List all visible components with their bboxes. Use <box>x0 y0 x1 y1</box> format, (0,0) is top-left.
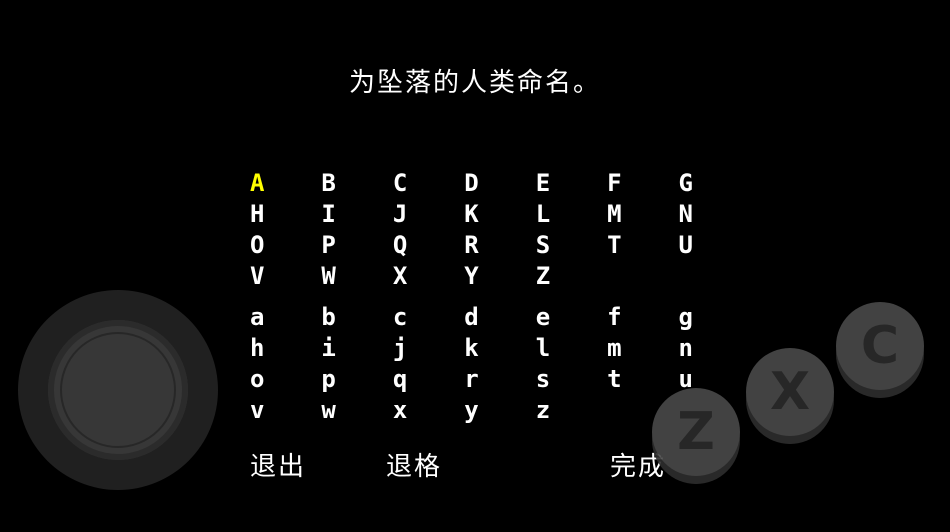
c-label: C <box>860 316 900 376</box>
letter-key[interactable]: t <box>589 364 660 395</box>
letter-key[interactable]: I <box>303 199 374 230</box>
letter-key[interactable]: y <box>446 395 517 426</box>
letter-key[interactable]: T <box>589 230 660 261</box>
letter-grid: A B C D E F G H I J K L M N O P Q R S T … <box>232 168 732 426</box>
joystick-knob[interactable] <box>48 320 188 460</box>
letter-key[interactable]: c <box>375 302 446 333</box>
letter-row: A B C D E F G <box>232 168 732 199</box>
letter-key[interactable]: n <box>661 333 732 364</box>
z-label: Z <box>677 402 715 462</box>
letter-key[interactable]: D <box>446 168 517 199</box>
letter-key[interactable]: B <box>303 168 374 199</box>
letter-key[interactable]: R <box>446 230 517 261</box>
letter-key[interactable]: L <box>518 199 589 230</box>
letter-key[interactable]: Y <box>446 261 517 292</box>
letter-key[interactable]: C <box>375 168 446 199</box>
letter-key[interactable]: l <box>518 333 589 364</box>
letter-key[interactable]: h <box>232 333 303 364</box>
letter-key[interactable]: i <box>303 333 374 364</box>
letter-key[interactable]: m <box>589 333 660 364</box>
letter-key[interactable] <box>661 261 732 292</box>
letter-key[interactable]: z <box>518 395 589 426</box>
letter-row: o p q r s t u <box>232 364 732 395</box>
letter-key[interactable]: d <box>446 302 517 333</box>
letter-key[interactable]: j <box>375 333 446 364</box>
letter-key[interactable]: E <box>518 168 589 199</box>
game-screen: 为坠落的人类命名。 A B C D E F G H I J K L M N O … <box>0 0 950 532</box>
x-label: X <box>769 362 811 422</box>
letter-key[interactable]: a <box>232 302 303 333</box>
backspace-button[interactable]: 退格 <box>386 446 442 483</box>
letter-key[interactable]: S <box>518 230 589 261</box>
z-button[interactable]: Z <box>652 388 740 476</box>
letter-row: O P Q R S T U <box>232 230 732 261</box>
letter-key[interactable]: x <box>375 395 446 426</box>
letter-key[interactable] <box>589 395 660 426</box>
letter-key[interactable]: f <box>589 302 660 333</box>
letter-key[interactable]: N <box>661 199 732 230</box>
letter-key[interactable]: M <box>589 199 660 230</box>
letter-key[interactable]: q <box>375 364 446 395</box>
letter-key[interactable]: J <box>375 199 446 230</box>
letter-key[interactable]: k <box>446 333 517 364</box>
letter-key[interactable]: s <box>518 364 589 395</box>
letter-key[interactable]: F <box>589 168 660 199</box>
letter-key[interactable]: X <box>375 261 446 292</box>
letter-row: a b c d e f g <box>232 302 732 333</box>
virtual-joystick[interactable] <box>18 290 218 490</box>
letter-key[interactable]: g <box>661 302 732 333</box>
letter-key[interactable]: W <box>303 261 374 292</box>
letter-key[interactable]: p <box>303 364 374 395</box>
letter-key[interactable]: o <box>232 364 303 395</box>
letter-key[interactable]: A <box>232 168 303 199</box>
letter-key[interactable]: Z <box>518 261 589 292</box>
letter-row: h i j k l m n <box>232 333 732 364</box>
letter-row: H I J K L M N <box>232 199 732 230</box>
page-title: 为坠落的人类命名。 <box>348 68 601 98</box>
letter-key[interactable] <box>589 261 660 292</box>
letter-row: V W X Y Z <box>232 261 732 292</box>
letter-key[interactable]: G <box>661 168 732 199</box>
x-button[interactable]: X <box>746 348 834 436</box>
letter-key[interactable]: V <box>232 261 303 292</box>
letter-key[interactable]: v <box>232 395 303 426</box>
letter-key[interactable]: b <box>303 302 374 333</box>
letter-key[interactable]: w <box>303 395 374 426</box>
c-button[interactable]: C <box>836 302 924 390</box>
letter-key[interactable]: Q <box>375 230 446 261</box>
quit-button[interactable]: 退出 <box>250 446 306 483</box>
letter-key[interactable]: K <box>446 199 517 230</box>
letter-key[interactable]: O <box>232 230 303 261</box>
letter-key[interactable]: H <box>232 199 303 230</box>
joystick-ring-icon <box>60 332 176 448</box>
letter-key[interactable]: U <box>661 230 732 261</box>
letter-key[interactable]: P <box>303 230 374 261</box>
letter-key[interactable]: e <box>518 302 589 333</box>
letter-key[interactable]: r <box>446 364 517 395</box>
